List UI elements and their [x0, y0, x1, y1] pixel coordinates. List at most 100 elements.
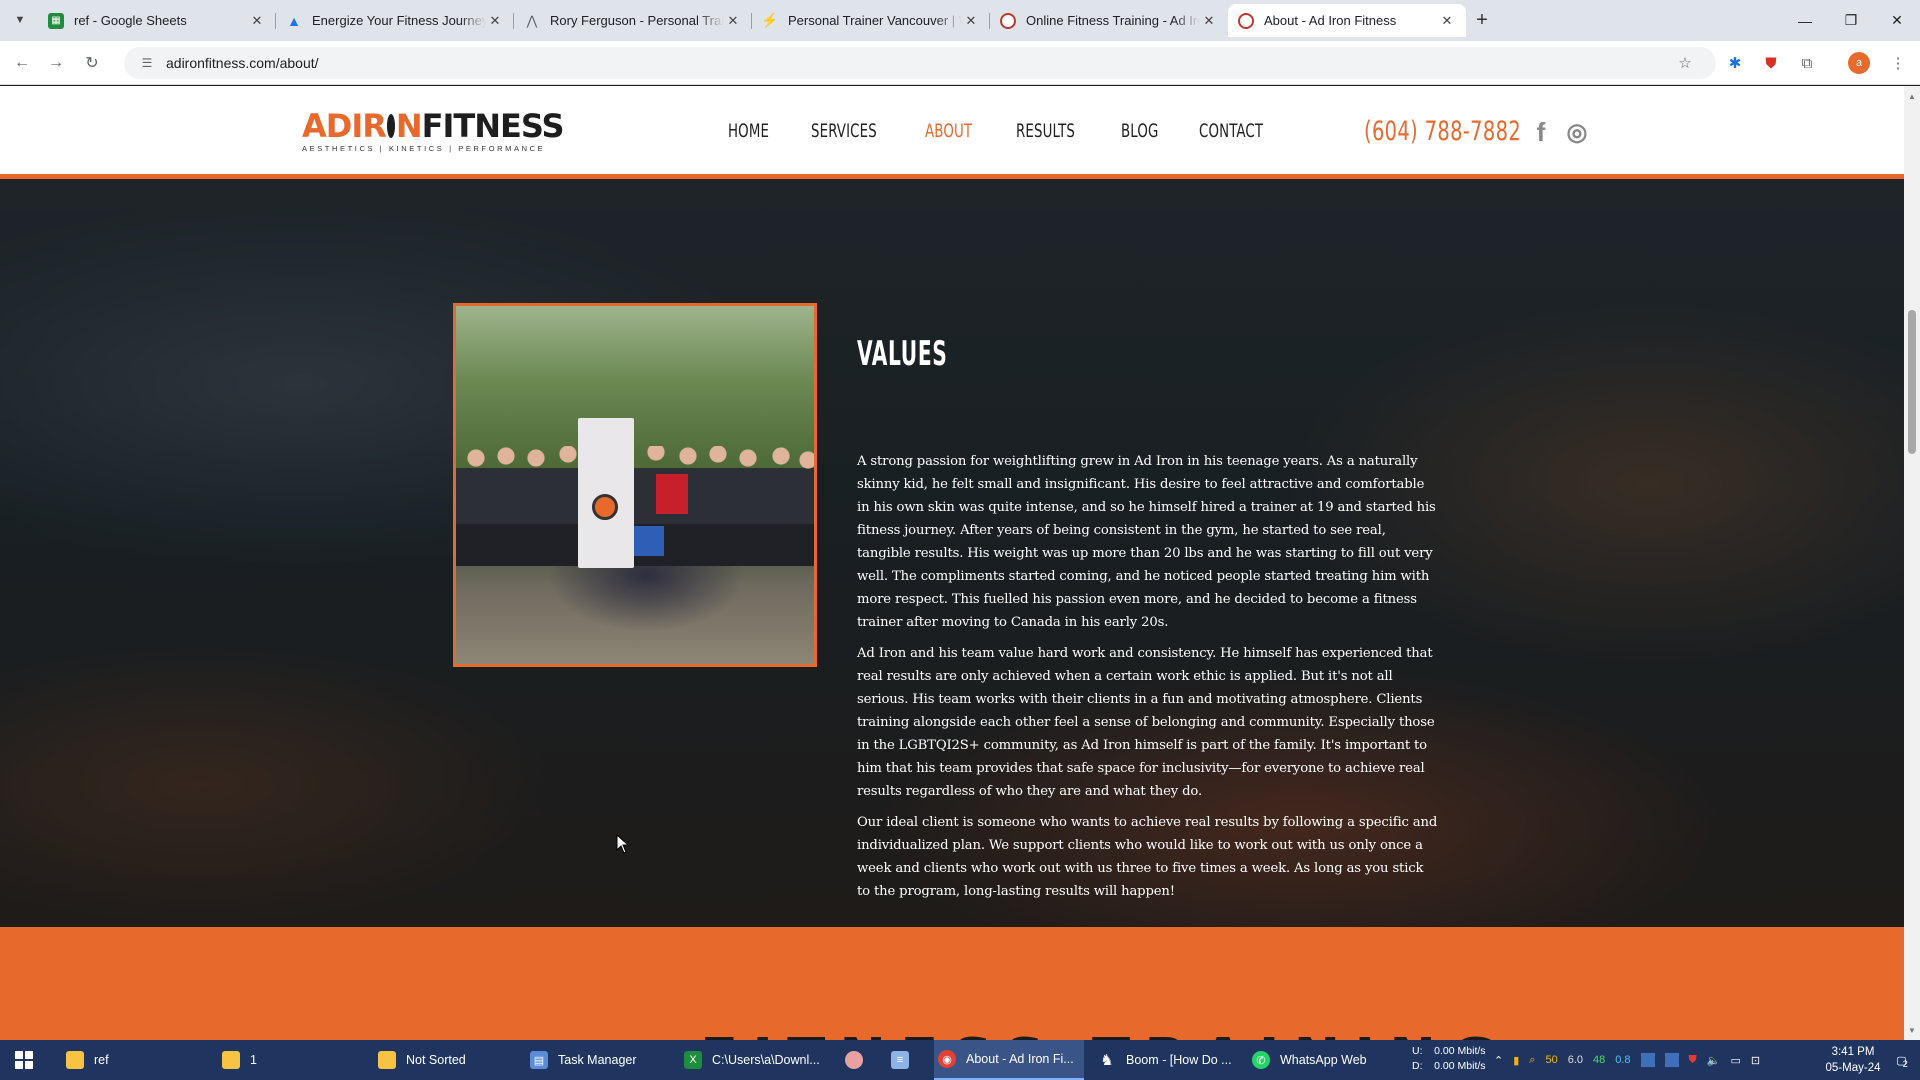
nav-results[interactable]: RESULTS: [1016, 120, 1075, 142]
clock-date: 05-May-24: [1825, 1062, 1881, 1074]
taskbar-item-excel[interactable]: X C:\Users\a\Downl...: [680, 1040, 830, 1080]
taskbar-item-not-sorted[interactable]: Not Sorted: [374, 1040, 524, 1080]
tab-search-button[interactable]: ▼: [8, 8, 32, 32]
forward-button[interactable]: →: [42, 49, 70, 77]
download-speed: 0.00 Mbit/s: [1434, 1060, 1486, 1072]
chrome-icon: ◉: [938, 1050, 956, 1068]
scrollbar-thumb[interactable]: [1908, 310, 1916, 454]
tab-title: Online Fitness Training - Ad Iron: [1026, 13, 1200, 28]
team-photo: [453, 303, 817, 667]
tray-monitor-icon[interactable]: [1640, 1053, 1655, 1067]
nav-blog[interactable]: BLOG: [1121, 120, 1159, 142]
taskbar-item-1[interactable]: 1: [218, 1040, 368, 1080]
profile-avatar[interactable]: a: [1848, 52, 1870, 74]
excel-icon: X: [684, 1051, 702, 1069]
notification-center-button[interactable]: ▢ 2: [1888, 1040, 1916, 1080]
volume-icon[interactable]: 🔈: [1707, 1054, 1721, 1067]
shield-extension-icon[interactable]: ⛊: [1759, 51, 1783, 75]
taskbar-item-ref[interactable]: ref: [62, 1040, 212, 1080]
taskbar-label: Not Sorted: [406, 1053, 466, 1067]
tab-energize-fitness[interactable]: ▲ Energize Your Fitness Journey w ✕: [276, 4, 514, 37]
task-manager-icon: ▤: [530, 1051, 548, 1069]
whatsapp-icon: ✆: [1252, 1051, 1270, 1069]
battery-icon[interactable]: ▭: [1731, 1054, 1741, 1067]
new-tab-button[interactable]: +: [1470, 8, 1494, 32]
logo-part-2: N: [395, 107, 423, 145]
taskbar-item-task-manager[interactable]: ▤ Task Manager: [526, 1040, 676, 1080]
menu-kebab-icon[interactable]: ⋮: [1886, 51, 1910, 75]
sheets-icon: ▦: [48, 12, 64, 29]
values-paragraph-3: Our ideal client is someone who wants to…: [857, 815, 1438, 899]
taskbar-label: C:\Users\a\Downl...: [712, 1053, 820, 1067]
site-header: ADIR N FITNESS AESTHETICS | KINETICS | PER…: [0, 86, 1904, 179]
taskbar-item-chrome[interactable]: ◉ About - Ad Iron Fi...: [934, 1040, 1084, 1080]
url-text: adironfitness.com/about/: [166, 55, 319, 71]
folder-icon: [66, 1051, 84, 1069]
site-logo[interactable]: ADIR N FITNESS AESTHETICS | KINETICS | PER…: [302, 107, 565, 154]
nav-about[interactable]: ABOUT: [925, 120, 972, 142]
clock-time: 3:41 PM: [1831, 1046, 1875, 1058]
restore-button[interactable]: ❐: [1828, 0, 1874, 41]
window-close-button[interactable]: ✕: [1874, 0, 1920, 41]
page-scrollbar[interactable]: ▲ ▼: [1904, 86, 1920, 1040]
logo-wordmark: ADIR N FITNESS: [302, 107, 565, 145]
main-nav: HOME SERVICES ABOUT RESULTS BLOG CONTACT: [728, 120, 1312, 142]
tab-title: ref - Google Sheets: [74, 13, 187, 28]
person-blue-shirt: [634, 526, 664, 556]
signature-icon: ⋀: [526, 12, 538, 28]
site-info-icon[interactable]: ☰: [138, 54, 156, 72]
tray-search-icon[interactable]: ⌕: [1529, 1054, 1535, 1067]
taskbar-item-whatsapp[interactable]: ✆ WhatsApp Web: [1248, 1040, 1398, 1080]
taskbar-label: About - Ad Iron Fi...: [966, 1052, 1074, 1066]
address-bar[interactable]: ☰ adironfitness.com/about/: [124, 47, 1716, 79]
network-icon[interactable]: ⊡: [1751, 1054, 1760, 1067]
scroll-down-arrow-icon[interactable]: ▼: [1904, 1022, 1920, 1038]
close-icon[interactable]: ✕: [248, 12, 266, 30]
start-button[interactable]: [10, 1040, 38, 1080]
network-speed-meter: U: 0.00 Mbit/s D: 0.00 Mbit/s: [1412, 1044, 1486, 1074]
logo-o-circle: [386, 114, 395, 138]
taskbar-item-boom[interactable]: ♞ Boom - [How Do ...: [1094, 1040, 1244, 1080]
taskbar-item-notepad[interactable]: ≡: [886, 1040, 914, 1080]
nav-services[interactable]: SERVICES: [811, 120, 877, 142]
bookmark-star-icon[interactable]: ☆: [1673, 51, 1697, 75]
adiron-icon: [1238, 12, 1254, 29]
taskbar-label: Boom - [How Do ...: [1126, 1053, 1232, 1067]
folder-icon: [378, 1051, 396, 1069]
tray-calendar-icon[interactable]: [1664, 1053, 1679, 1067]
tab-personal-trainer-vancouver[interactable]: ⚡ Personal Trainer Vancouver | Wo ✕: [752, 4, 990, 37]
close-icon[interactable]: ✕: [486, 12, 504, 30]
minimize-button[interactable]: —: [1782, 0, 1828, 41]
phone-link[interactable]: (604) 788-7882: [1364, 116, 1521, 147]
close-icon[interactable]: ✕: [1200, 12, 1218, 30]
team-group: [456, 446, 814, 596]
tab-about-ad-iron[interactable]: About - Ad Iron Fitness ✕: [1228, 4, 1466, 37]
nav-contact[interactable]: CONTACT: [1199, 120, 1263, 142]
tray-antivirus-icon[interactable]: ⛊: [1689, 1054, 1697, 1067]
taskbar-label: 1: [250, 1053, 257, 1067]
reload-button[interactable]: ↻: [78, 49, 106, 77]
extension-icon[interactable]: ✱: [1723, 51, 1747, 75]
show-hidden-icons-icon[interactable]: ⌃: [1494, 1054, 1503, 1067]
tab-online-fitness-training[interactable]: Online Fitness Training - Ad Iron ✕: [990, 4, 1228, 37]
tray-app-icon[interactable]: ▮: [1513, 1054, 1519, 1067]
values-section: VALUES A strong passion for weightliftin…: [0, 184, 1904, 927]
back-button[interactable]: ←: [8, 49, 36, 77]
taskbar-item-pinned-app[interactable]: [840, 1040, 868, 1080]
instagram-icon[interactable]: ◎: [1564, 119, 1590, 146]
tab-title: Energize Your Fitness Journey w: [312, 13, 486, 28]
download-label: D:: [1412, 1060, 1423, 1072]
scroll-up-arrow-icon[interactable]: ▲: [1904, 88, 1920, 104]
nav-home[interactable]: HOME: [728, 120, 769, 142]
tab-google-sheets[interactable]: ▦ ref - Google Sheets ✕: [38, 4, 276, 37]
close-icon[interactable]: ✕: [962, 12, 980, 30]
notepad-icon: ≡: [891, 1051, 909, 1069]
tab-rory-ferguson[interactable]: ⋀ Rory Ferguson - Personal Traini ✕: [514, 4, 752, 37]
taskbar-clock[interactable]: 3:41 PM 05-May-24: [1818, 1044, 1888, 1076]
extensions-puzzle-icon[interactable]: ⧉: [1795, 51, 1819, 75]
facebook-icon[interactable]: f: [1528, 117, 1554, 147]
close-icon[interactable]: ✕: [724, 12, 742, 30]
fitness-training-heading: FITNESS TRAINING: [700, 1027, 1510, 1040]
close-icon[interactable]: ✕: [1438, 12, 1456, 30]
taskbar-label: WhatsApp Web: [1280, 1053, 1367, 1067]
